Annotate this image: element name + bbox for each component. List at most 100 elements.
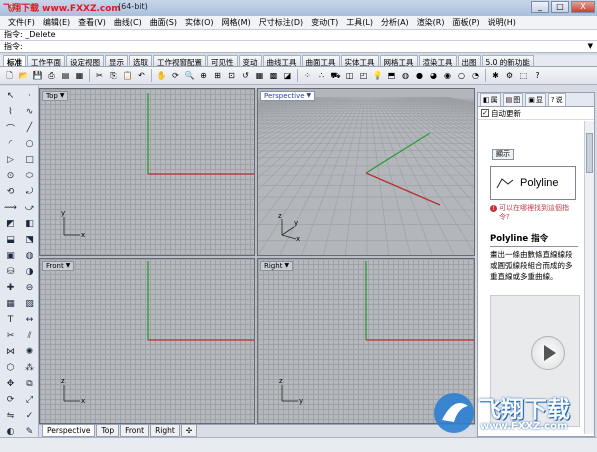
undo-icon[interactable]: ↶ (135, 69, 148, 82)
paste-icon[interactable]: 📋 (121, 69, 134, 82)
boolean-union-icon[interactable]: ✚ (2, 281, 19, 295)
close-button[interactable]: X (571, 1, 595, 13)
polyline-icon[interactable]: ⌇ (2, 105, 19, 119)
export-icon[interactable]: ▦ (73, 69, 86, 82)
array-icon[interactable]: ⁂ (21, 361, 38, 375)
panel-tab-display[interactable]: ▣ 显 (525, 93, 546, 106)
object-properties-icon[interactable]: ◰ (357, 69, 370, 82)
menu-dimension[interactable]: 尺寸标注(D) (255, 17, 307, 28)
menu-curve[interactable]: 曲线(C) (110, 17, 146, 28)
panel-tab-layers[interactable]: ▤ 图 (502, 93, 524, 106)
print-icon[interactable]: ⎙ (45, 69, 58, 82)
viewport-top[interactable]: y x Top ▼ (39, 88, 255, 256)
menu-view[interactable]: 查看(V) (74, 17, 110, 28)
grid-icon[interactable]: ▩ (267, 69, 280, 82)
viewport-title-perspective[interactable]: Perspective ▼ (260, 91, 316, 101)
viewport-title-front[interactable]: Front ▼ (42, 261, 75, 271)
scrollbar-thumb[interactable] (586, 133, 593, 173)
viewport-perspective[interactable]: z y x Perspective ▼ (257, 88, 475, 256)
split-icon[interactable]: ⫽ (21, 329, 38, 343)
tab-render-tools[interactable]: 渲染工具 (418, 55, 457, 67)
copy-icon[interactable]: ⎘ (107, 69, 120, 82)
auto-update-row[interactable]: ✓ 自动更新 (478, 107, 594, 120)
viewport-title-top[interactable]: Top ▼ (42, 91, 69, 101)
menu-solid[interactable]: 实体(O) (181, 17, 218, 28)
select-points-icon[interactable]: ⁘ (301, 69, 314, 82)
tab-select[interactable]: 选取 (129, 55, 152, 67)
freeform-curve-icon[interactable]: ⌒ (2, 121, 19, 135)
tab-new-in-v5[interactable]: 5.0 的新功能 (481, 55, 534, 67)
tab-transform[interactable]: 变动 (238, 55, 262, 67)
mesh-icon[interactable]: ▦ (2, 297, 19, 311)
auto-update-checkbox[interactable]: ✓ (481, 109, 489, 117)
mesh-tools-icon[interactable]: ▧ (21, 297, 38, 311)
tab-cplanes[interactable]: 工作平面 (27, 55, 65, 67)
command-input[interactable] (22, 41, 583, 52)
four-viewports-icon[interactable]: ▦ (253, 69, 266, 82)
extend-curve-icon[interactable]: ⟿ (2, 201, 19, 215)
import-icon[interactable]: ▤ (59, 69, 72, 82)
vp-tab-front[interactable]: Front (120, 425, 150, 437)
extrude-icon[interactable]: ⬓ (2, 233, 19, 247)
point-cloud-icon[interactable]: ∴ (315, 69, 328, 82)
vp-tab-top[interactable]: Top (96, 425, 120, 437)
help-icon[interactable]: ? (531, 69, 544, 82)
join-icon[interactable]: ⋈ (2, 345, 19, 359)
dimension-icon[interactable]: ↔ (21, 313, 38, 327)
tab-surface-tools[interactable]: 曲面工具 (301, 55, 340, 67)
menu-edit[interactable]: 编辑(E) (39, 17, 74, 28)
rendered-sphere-icon[interactable]: ◕ (427, 69, 440, 82)
panel-tab-properties[interactable]: ◧ 属 (480, 93, 501, 106)
cut-icon[interactable]: ✂ (93, 69, 106, 82)
display-button[interactable]: 顯示 (492, 149, 514, 160)
open-folder-icon[interactable]: 📂 (17, 69, 30, 82)
toolbar-layout-icon[interactable]: ⬚ (517, 69, 530, 82)
zoom-icon[interactable]: 🔍 (183, 69, 196, 82)
minimize-button[interactable]: _ (531, 1, 549, 13)
blend-curve-icon[interactable]: ⤻ (21, 201, 38, 215)
trim-icon[interactable]: ✂ (2, 329, 19, 343)
match-properties-icon[interactable]: ⬒ (385, 69, 398, 82)
menu-panels[interactable]: 面板(P) (449, 17, 484, 28)
rotate-view-icon[interactable]: ⟳ (169, 69, 182, 82)
viewport-title-right[interactable]: Right ▼ (260, 261, 294, 271)
sweep-icon[interactable]: ⬔ (21, 233, 38, 247)
vp-tab-perspective[interactable]: Perspective (42, 425, 96, 437)
render-sphere-icon[interactable]: ◉ (441, 69, 454, 82)
sphere-icon[interactable]: ◍ (21, 249, 38, 263)
curve-icon[interactable]: ∿ (21, 105, 38, 119)
surface-from-curves-icon[interactable]: ◩ (2, 217, 19, 231)
box-icon[interactable]: ▣ (2, 249, 19, 263)
menu-surface[interactable]: 曲面(S) (146, 17, 181, 28)
select-arrow-icon[interactable]: ↖ (2, 89, 19, 103)
cylinder-icon[interactable]: ⛁ (2, 265, 19, 279)
new-file-icon[interactable]: 🗋 (3, 69, 16, 82)
command-dropdown-icon[interactable]: ▼ (588, 42, 593, 50)
arc-icon[interactable]: ◜ (2, 137, 19, 151)
layer-icon[interactable]: ◫ (343, 69, 356, 82)
scale-icon[interactable]: ⤢ (21, 393, 38, 407)
menu-tools[interactable]: 工具(L) (342, 17, 377, 28)
offset-curve-icon[interactable]: ⟲ (2, 185, 19, 199)
find-command-link[interactable]: ! 可以在哪裡找到這個指令? (490, 204, 576, 222)
mirror-icon[interactable]: ⇋ (2, 409, 19, 423)
panel-tab-help[interactable]: ? 说 (547, 93, 566, 106)
tab-visibility[interactable]: 可见性 (207, 55, 238, 67)
vp-tab-right[interactable]: Right (150, 425, 180, 437)
add-viewport-tab-icon[interactable]: ✣ (180, 425, 198, 437)
gumball-icon[interactable]: ✱ (489, 69, 502, 82)
polygon-icon[interactable]: ▷ (2, 153, 19, 167)
cplane-icon[interactable]: ◪ (281, 69, 294, 82)
group-icon[interactable]: ⬡ (2, 361, 19, 375)
loft-icon[interactable]: ◧ (21, 217, 38, 231)
viewport-front[interactable]: z x Front ▼ (39, 258, 255, 424)
shaded-sphere-icon[interactable]: ● (413, 69, 426, 82)
tab-set-view[interactable]: 设定视图 (66, 55, 104, 67)
tab-curve-tools[interactable]: 曲线工具 (262, 55, 301, 67)
options-gear-icon[interactable]: ⚙ (503, 69, 516, 82)
rectangle-icon[interactable]: □ (21, 153, 38, 167)
tab-standard[interactable]: 标准 (3, 55, 26, 67)
tab-drafting[interactable]: 出图 (457, 55, 481, 67)
ghosted-sphere-icon[interactable]: ○ (455, 69, 468, 82)
move-icon[interactable]: ✥ (2, 377, 19, 391)
